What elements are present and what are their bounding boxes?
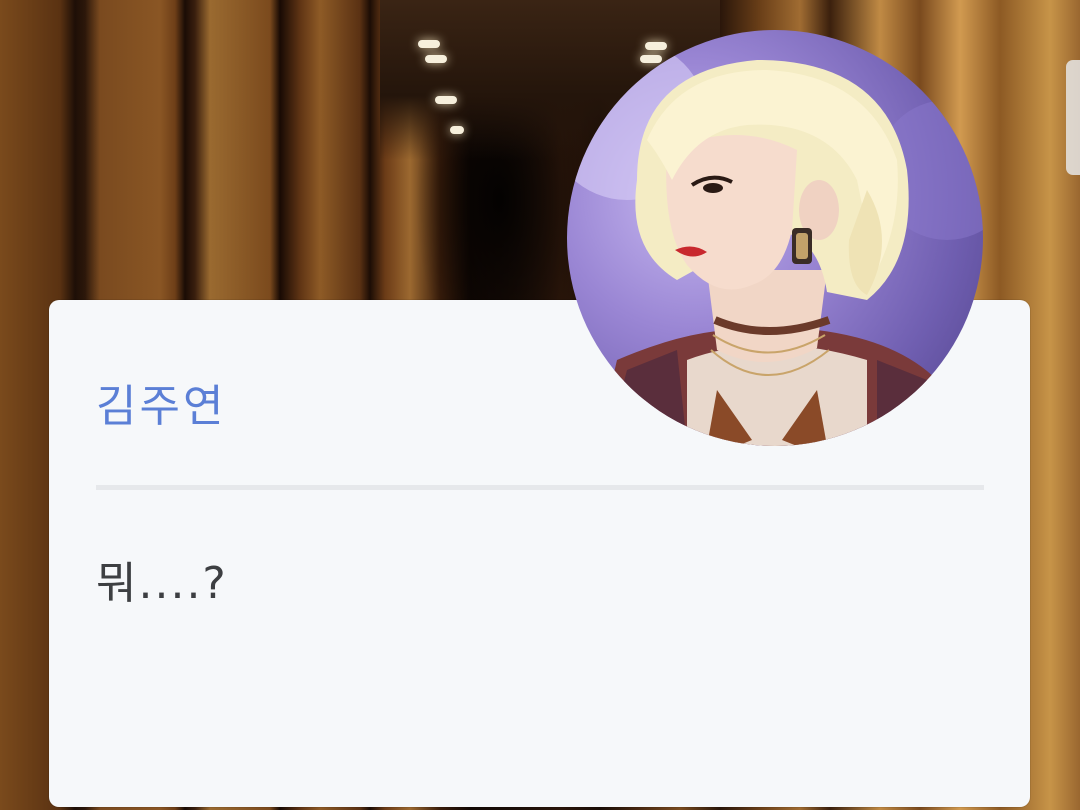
ceiling-light [435, 96, 457, 104]
profile-photo-icon [567, 30, 983, 446]
scrollbar[interactable] [1066, 60, 1080, 175]
ceiling-light [450, 126, 464, 134]
ceiling-light [425, 55, 447, 63]
ceiling-light [418, 40, 440, 48]
avatar-illustration [567, 40, 983, 446]
visual-novel-screen: 김주연 뭐....? [0, 0, 1080, 810]
speaker-name: 김주연 [96, 381, 227, 432]
ceiling-light [645, 42, 667, 50]
dialog-message: 뭐....? [96, 558, 228, 609]
ceiling-light [640, 55, 662, 63]
divider [96, 485, 984, 490]
